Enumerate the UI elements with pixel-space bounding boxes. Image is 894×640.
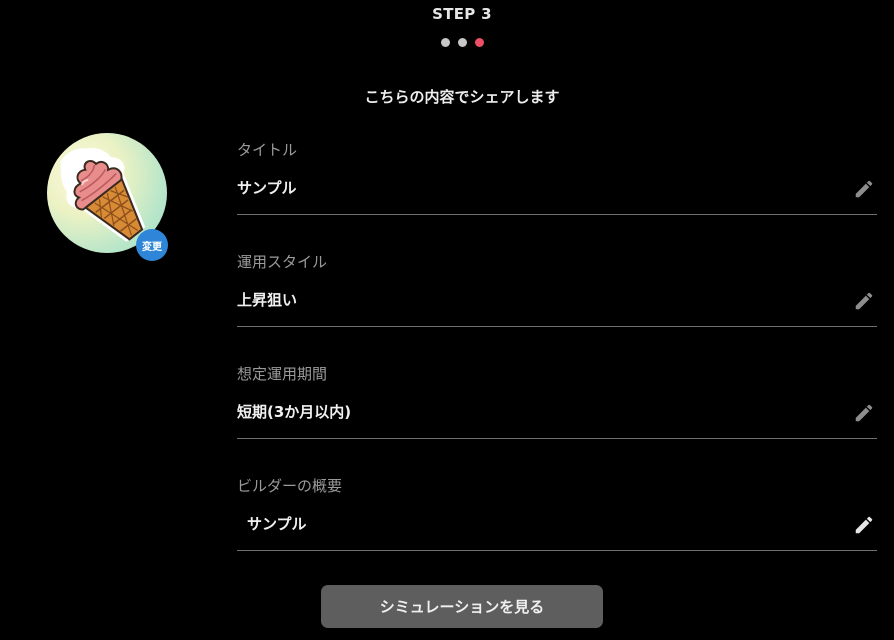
pencil-icon[interactable]: [853, 178, 875, 200]
field-style: 運用スタイル 上昇狙い: [237, 252, 877, 327]
step-progress-dots: [441, 38, 484, 47]
field-title-value: サンプル: [237, 179, 297, 197]
avatar-container: 変更: [47, 133, 168, 261]
pencil-icon[interactable]: [853, 514, 875, 536]
field-period-value: 短期(3か月以内): [237, 403, 352, 421]
field-period-label: 想定運用期間: [237, 365, 328, 383]
field-period: 想定運用期間 短期(3か月以内): [237, 364, 877, 439]
field-period-row[interactable]: 短期(3か月以内): [237, 402, 877, 439]
field-title: タイトル サンプル: [237, 140, 877, 215]
field-title-row[interactable]: サンプル: [237, 178, 877, 215]
pencil-icon[interactable]: [853, 290, 875, 312]
page-heading: こちらの内容でシェアします: [364, 88, 560, 106]
field-overview-value: サンプル: [247, 515, 307, 533]
view-simulation-button[interactable]: シミュレーションを見る: [321, 585, 603, 628]
field-style-label: 運用スタイル: [237, 253, 328, 271]
step-dot-2: [458, 38, 467, 47]
step-dot-1: [441, 38, 450, 47]
field-style-value: 上昇狙い: [237, 291, 298, 309]
change-avatar-button[interactable]: 変更: [136, 229, 168, 261]
pencil-icon[interactable]: [853, 402, 875, 424]
field-overview: ビルダーの概要 サンプル: [237, 476, 877, 551]
field-style-row[interactable]: 上昇狙い: [237, 290, 877, 327]
field-overview-label: ビルダーの概要: [237, 477, 343, 495]
step-indicator-label: STEP 3: [432, 5, 492, 23]
field-title-label: タイトル: [237, 141, 298, 159]
field-overview-row[interactable]: サンプル: [237, 514, 877, 551]
step-dot-3-active: [475, 38, 484, 47]
